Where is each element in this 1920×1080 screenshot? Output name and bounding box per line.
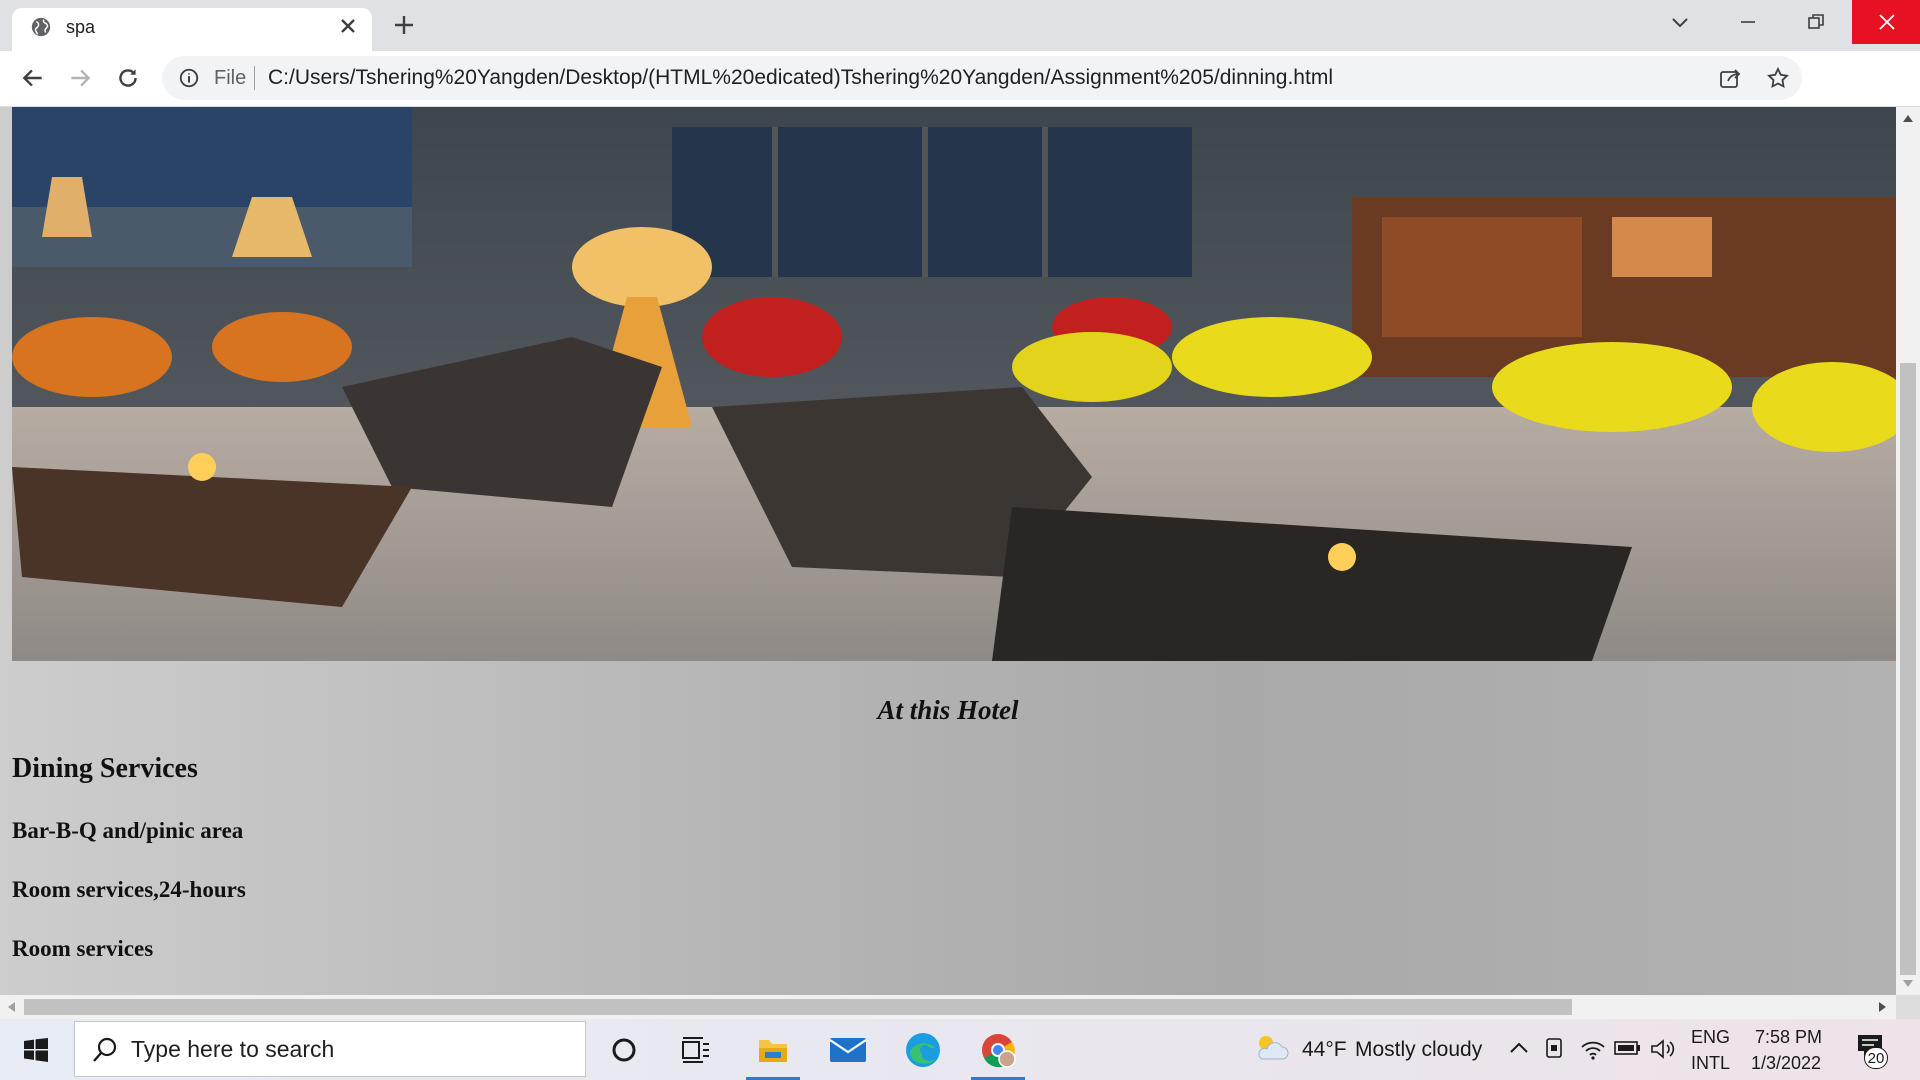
weather-cloud-icon[interactable]: [1254, 1033, 1290, 1063]
vertical-scroll-thumb[interactable]: [1900, 363, 1916, 975]
taskbar-search[interactable]: Type here to search: [74, 1021, 586, 1077]
weather-description[interactable]: Mostly cloudy: [1355, 1038, 1482, 1062]
hotel-lounge-image: [12, 107, 1896, 661]
back-arrow-icon[interactable]: [20, 65, 46, 91]
info-icon[interactable]: [178, 67, 200, 89]
minimize-icon: [1741, 21, 1755, 23]
wifi-icon[interactable]: [1580, 1037, 1606, 1061]
horizontal-scrollbar[interactable]: [0, 995, 1896, 1019]
notification-center-button[interactable]: 20: [1846, 1027, 1890, 1073]
search-placeholder: Type here to search: [131, 1036, 335, 1062]
tab-title: spa: [66, 17, 96, 37]
restore-icon: [1808, 14, 1824, 29]
globe-icon: [31, 17, 51, 37]
horizontal-scroll-thumb[interactable]: [24, 999, 1572, 1015]
tab-spa[interactable]: spa: [12, 8, 372, 51]
volume-icon[interactable]: [1650, 1037, 1676, 1061]
notification-count-badge: 20: [1864, 1047, 1888, 1069]
reload-icon[interactable]: [115, 65, 141, 91]
edge-icon: [906, 1032, 940, 1067]
service-item-room: Room services: [12, 936, 154, 961]
task-view-button[interactable]: [665, 1019, 727, 1080]
omnibox-file-label: File: [214, 67, 247, 89]
folder-icon: [759, 1039, 787, 1062]
file-explorer-app[interactable]: [742, 1019, 804, 1080]
vertical-scrollbar[interactable]: [1896, 107, 1920, 995]
close-icon: [1879, 14, 1895, 30]
windows-logo-icon: [24, 1037, 48, 1062]
omnibox-divider: [254, 66, 255, 90]
mail-icon: [829, 1037, 867, 1062]
language-code[interactable]: ENG: [1691, 1027, 1730, 1048]
clock-date[interactable]: 1/3/2022: [1751, 1053, 1821, 1074]
service-item-bbq: Bar-B-Q and/pinic area: [12, 818, 244, 843]
tab-search-button[interactable]: [1645, 0, 1715, 44]
cortana-circle-icon: [612, 1038, 636, 1061]
cortana-button[interactable]: [593, 1019, 655, 1080]
service-item-room-24h: Room services,24-hours: [12, 877, 246, 902]
page-viewport: At this Hotel Dining Services Bar-B-Q an…: [0, 107, 1896, 995]
tab-close-icon[interactable]: [336, 14, 360, 38]
mail-app[interactable]: [817, 1019, 879, 1080]
scrollbar-corner: [1896, 995, 1920, 1019]
close-window-button[interactable]: [1852, 0, 1920, 44]
windows-taskbar: Type here to search 44°F Mostly cloudy E…: [0, 1019, 1920, 1080]
weather-temperature[interactable]: 44°F: [1302, 1038, 1347, 1062]
new-tab-icon[interactable]: [392, 13, 416, 37]
restore-button[interactable]: [1781, 0, 1851, 44]
dining-services-heading: Dining Services: [12, 753, 198, 784]
tab-strip: spa: [0, 0, 1920, 51]
search-icon: [93, 1037, 117, 1062]
clock-time[interactable]: 7:58 PM: [1755, 1027, 1822, 1048]
edge-app[interactable]: [892, 1019, 954, 1080]
scroll-down-icon[interactable]: [1902, 979, 1914, 989]
chrome-icon: [982, 1033, 1016, 1068]
scroll-left-icon[interactable]: [6, 1001, 16, 1013]
scroll-right-icon[interactable]: [1878, 1001, 1888, 1013]
chevron-down-icon: [1672, 18, 1688, 28]
scroll-up-icon[interactable]: [1902, 113, 1914, 123]
browser-toolbar: File C:/Users/Tshering%20Yangden/Desktop…: [0, 51, 1920, 145]
keyboard-layout[interactable]: INTL: [1691, 1053, 1730, 1074]
forward-arrow-icon[interactable]: [67, 65, 93, 91]
bookmark-star-icon[interactable]: [1766, 66, 1790, 90]
share-icon[interactable]: [1718, 67, 1742, 91]
url-text[interactable]: C:/Users/Tshering%20Yangden/Desktop/(HTM…: [268, 66, 1333, 90]
minimize-button[interactable]: [1713, 0, 1783, 44]
task-view-icon: [682, 1036, 709, 1063]
chrome-app[interactable]: [967, 1019, 1029, 1080]
chevron-up-icon[interactable]: [1508, 1039, 1530, 1057]
meet-now-icon[interactable]: [1544, 1036, 1566, 1060]
page-caption: At this Hotel: [877, 695, 1019, 725]
battery-icon[interactable]: [1614, 1039, 1642, 1057]
address-bar[interactable]: File C:/Users/Tshering%20Yangden/Desktop…: [162, 56, 1802, 100]
start-button[interactable]: [5, 1019, 67, 1080]
